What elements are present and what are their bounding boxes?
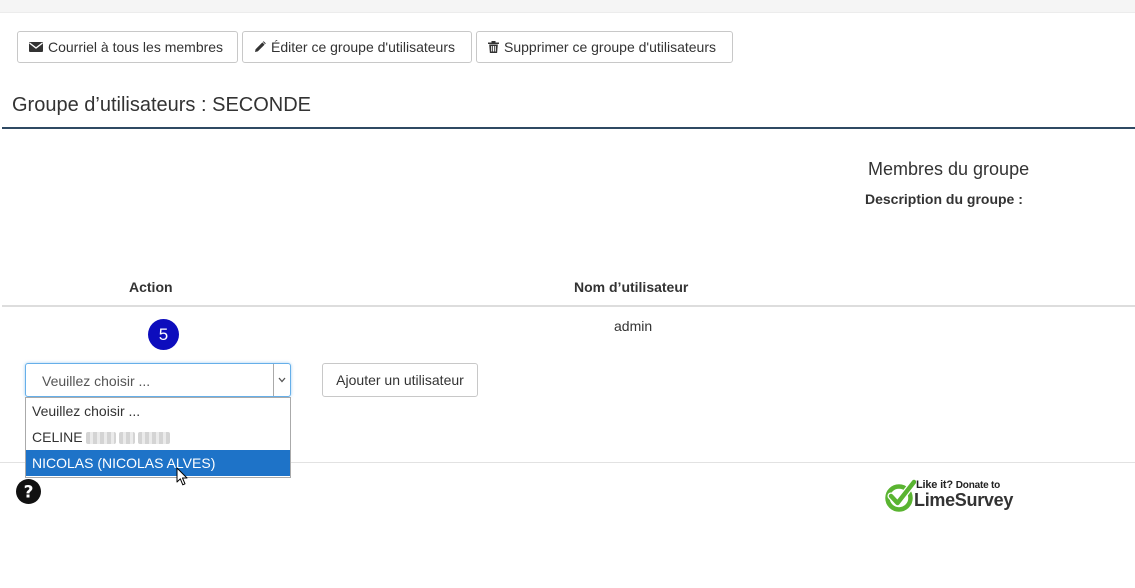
user-option-nicolas[interactable]: NICOLAS (NICOLAS ALVES) [26, 450, 290, 476]
chevron-down-icon[interactable] [273, 364, 290, 396]
page-title: Groupe d’utilisateurs : SECONDE [12, 94, 312, 116]
members-heading: Membres du groupe [868, 159, 1030, 179]
title-divider [2, 127, 1135, 129]
email-all-members-button[interactable]: Courriel à tous les membres [17, 31, 238, 63]
edit-group-label: Éditer ce groupe d'utilisateurs [271, 39, 455, 55]
svg-text:?: ? [24, 483, 34, 503]
redacted-text [85, 432, 116, 445]
redacted-text [137, 432, 170, 445]
brand-name: LimeSurvey [914, 490, 1014, 510]
user-select-value: Veuillez choisir ... [42, 373, 151, 389]
edit-group-button[interactable]: Éditer ce groupe d'utilisateurs [242, 31, 472, 63]
user-select-dropdown: Veuillez choisir ... CELINE NICOLAS (NIC… [25, 397, 291, 478]
donate-limesurvey-link[interactable]: Like it? Donate to LimeSurvey [884, 477, 1016, 513]
table-header-divider [2, 305, 1135, 307]
user-option-celine[interactable]: CELINE [26, 424, 290, 450]
question-circle-icon[interactable]: ? [16, 479, 41, 509]
user-select[interactable]: Veuillez choisir ... [25, 363, 291, 397]
mouse-cursor-icon [176, 467, 189, 492]
redacted-text [118, 432, 135, 445]
column-header-action: Action [129, 279, 173, 295]
limesurvey-logo-icon [884, 478, 918, 519]
username-cell: admin [614, 318, 653, 334]
option-label: CELINE [32, 429, 83, 445]
step-badge: 5 [148, 319, 179, 350]
pencil-icon [254, 41, 266, 53]
option-label: Veuillez choisir ... [32, 403, 141, 419]
group-description-label: Description du groupe : [865, 191, 1023, 207]
envelope-icon [29, 41, 43, 53]
top-bar [0, 0, 1135, 13]
user-option-placeholder[interactable]: Veuillez choisir ... [26, 398, 290, 424]
delete-group-label: Supprimer ce groupe d'utilisateurs [504, 39, 717, 55]
column-header-username: Nom d’utilisateur [574, 279, 689, 295]
delete-group-button[interactable]: Supprimer ce groupe d'utilisateurs [476, 31, 733, 63]
add-user-button[interactable]: Ajouter un utilisateur [322, 363, 478, 397]
email-all-members-label: Courriel à tous les membres [48, 39, 224, 55]
trash-icon [488, 41, 499, 53]
